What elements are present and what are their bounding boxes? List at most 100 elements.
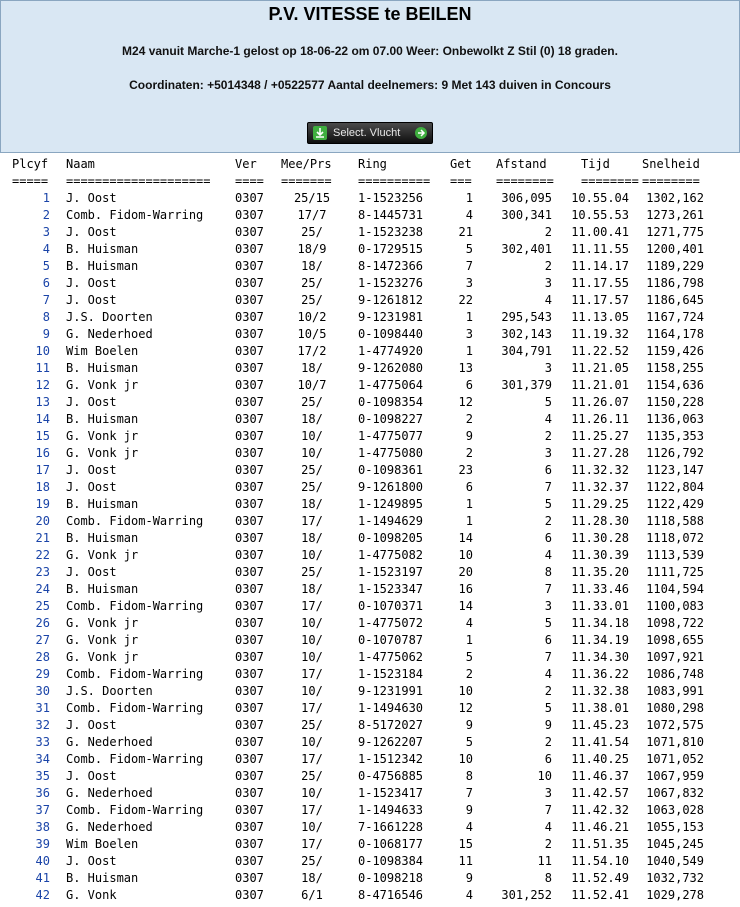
cell-snelheid: 1055,153	[646, 820, 704, 834]
cell-afstand: 304,791	[501, 344, 552, 358]
cell-naam: J. Oost	[66, 191, 117, 205]
cell-plaats: 33	[35, 735, 50, 749]
table-row: 32 J. Oost 0307 25/8-5172027 9 9 11.45.23 1072,…	[0, 717, 740, 734]
cell-mee-prs: 10/	[301, 684, 323, 698]
cell-snelheid: 1150,228	[646, 395, 704, 409]
cell-naam: G. Vonk jr	[66, 429, 139, 443]
cell-plaats: 23	[35, 565, 50, 579]
cell-tijd: 11.17.55	[571, 276, 629, 290]
table-row: 12 G. Vonk jr 0307 10/7 1-4775064 6 301,379 11.…	[0, 377, 740, 394]
cell-naam: Comb. Fidom-Warring	[66, 514, 204, 528]
cell-naam: G. Vonk jr	[66, 378, 139, 392]
cell-naam: Wim Boelen	[66, 344, 139, 358]
cell-snelheid: 1071,052	[646, 752, 704, 766]
cell-ver: 0307	[235, 684, 264, 698]
cell-snelheid: 1135,353	[646, 429, 704, 443]
cell-snelheid: 1164,178	[646, 327, 704, 341]
cell-naam: G. Vonk jr	[66, 650, 139, 664]
cell-ver: 0307	[235, 497, 264, 511]
cell-get: 1	[465, 310, 473, 324]
cell-plaats: 10	[35, 344, 50, 358]
cell-plaats: 5	[42, 259, 50, 273]
cell-ring: 8-5172027	[358, 718, 424, 732]
cell-snelheid: 1067,832	[646, 786, 704, 800]
cell-naam: G. Vonk jr	[66, 446, 139, 460]
table-row: 10 Wim Boelen 0307 17/2 1-4774920 1 304,791 11.…	[0, 343, 740, 360]
cell-snelheid: 1040,549	[646, 854, 704, 868]
cell-ring: 0-1098218	[358, 871, 424, 885]
cell-mee-prs: 25/	[301, 293, 323, 307]
cell-ring: 8-1445731	[358, 208, 424, 222]
cell-plaats: 13	[35, 395, 50, 409]
cell-mee-prs: 17/	[301, 667, 323, 681]
cell-snelheid: 1100,083	[646, 599, 704, 613]
cell-afstand: 3	[544, 786, 552, 800]
table-row: 5 B. Huisman 0307 18/8-1472366 7 2 11.14.17 118…	[0, 258, 740, 275]
cell-ver: 0307	[235, 480, 264, 494]
cell-tijd: 10.55.53	[571, 208, 629, 222]
cell-get: 7	[465, 786, 473, 800]
cell-get: 2	[465, 446, 473, 460]
cell-snelheid: 1104,594	[646, 582, 704, 596]
cell-mee-prs: 18/	[301, 531, 323, 545]
cell-plaats: 20	[35, 514, 50, 528]
header-afstand: Afstand	[496, 157, 547, 171]
cell-naam: B. Huisman	[66, 871, 139, 885]
cell-naam: J.S. Doorten	[66, 684, 153, 698]
cell-mee-prs: 18/	[301, 871, 323, 885]
cell-ver: 0307	[235, 701, 264, 715]
cell-afstand: 6	[544, 633, 552, 647]
cell-mee-prs: 17/	[301, 837, 323, 851]
cell-get: 3	[465, 276, 473, 290]
cell-snelheid: 1071,810	[646, 735, 704, 749]
cell-tijd: 11.33.46	[571, 582, 629, 596]
cell-get: 1	[465, 633, 473, 647]
cell-afstand: 4	[544, 667, 552, 681]
cell-afstand: 295,543	[501, 310, 552, 324]
cell-naam: G. Vonk	[66, 888, 117, 902]
table-row: 28 G. Vonk jr 0307 10/1-4775062 5 7 11.34.30 10…	[0, 649, 740, 666]
cell-tijd: 10.55.04	[571, 191, 629, 205]
cell-ver: 0307	[235, 888, 264, 902]
table-row: 21 B. Huisman 0307 18/0-1098205 14 6 11.30.28 1…	[0, 530, 740, 547]
cell-mee-prs: 25/	[301, 718, 323, 732]
cell-ring: 8-4716546	[358, 888, 424, 902]
table-row: 1 J. Oost 0307 25/15 1-1523256 1 306,095 10.55.…	[0, 190, 740, 207]
cell-tijd: 11.32.37	[571, 480, 629, 494]
cell-get: 4	[465, 208, 473, 222]
cell-naam: J.S. Doorten	[66, 310, 153, 324]
cell-afstand: 2	[544, 225, 552, 239]
cell-get: 1	[465, 191, 473, 205]
table-row: 8 J.S. Doorten 0307 10/2 9-1231981 1 295,543 11…	[0, 309, 740, 326]
cell-naam: B. Huisman	[66, 497, 139, 511]
cell-ring: 0-1098384	[358, 854, 424, 868]
cell-ring: 9-1231981	[358, 310, 424, 324]
cell-ver: 0307	[235, 820, 264, 834]
cell-tijd: 11.28.30	[571, 514, 629, 528]
cell-afstand: 2	[544, 259, 552, 273]
cell-plaats: 26	[35, 616, 50, 630]
cell-afstand: 8	[544, 871, 552, 885]
cell-tijd: 11.51.35	[571, 837, 629, 851]
cell-naam: G. Nederhoed	[66, 327, 153, 341]
cell-ring: 1-1512342	[358, 752, 424, 766]
cell-get: 9	[465, 718, 473, 732]
cell-ring: 1-1523347	[358, 582, 424, 596]
separator-get: ===	[450, 174, 472, 188]
select-flight-button[interactable]: Select. Vlucht	[307, 122, 433, 144]
cell-tijd: 11.25.27	[571, 429, 629, 443]
cell-tijd: 11.41.54	[571, 735, 629, 749]
cell-afstand: 8	[544, 565, 552, 579]
cell-ring: 1-4775064	[358, 378, 424, 392]
cell-afstand: 7	[544, 650, 552, 664]
cell-get: 11	[458, 854, 473, 868]
cell-plaats: 22	[35, 548, 50, 562]
cell-ver: 0307	[235, 803, 264, 817]
separator-mee: =======	[281, 174, 332, 188]
table-row: 11 B. Huisman 0307 18/9-1262080 13 3 11.21.05 1…	[0, 360, 740, 377]
cell-ver: 0307	[235, 310, 264, 324]
cell-afstand: 302,401	[501, 242, 552, 256]
cell-ver: 0307	[235, 327, 264, 341]
cell-snelheid: 1154,636	[646, 378, 704, 392]
cell-plaats: 11	[35, 361, 50, 375]
